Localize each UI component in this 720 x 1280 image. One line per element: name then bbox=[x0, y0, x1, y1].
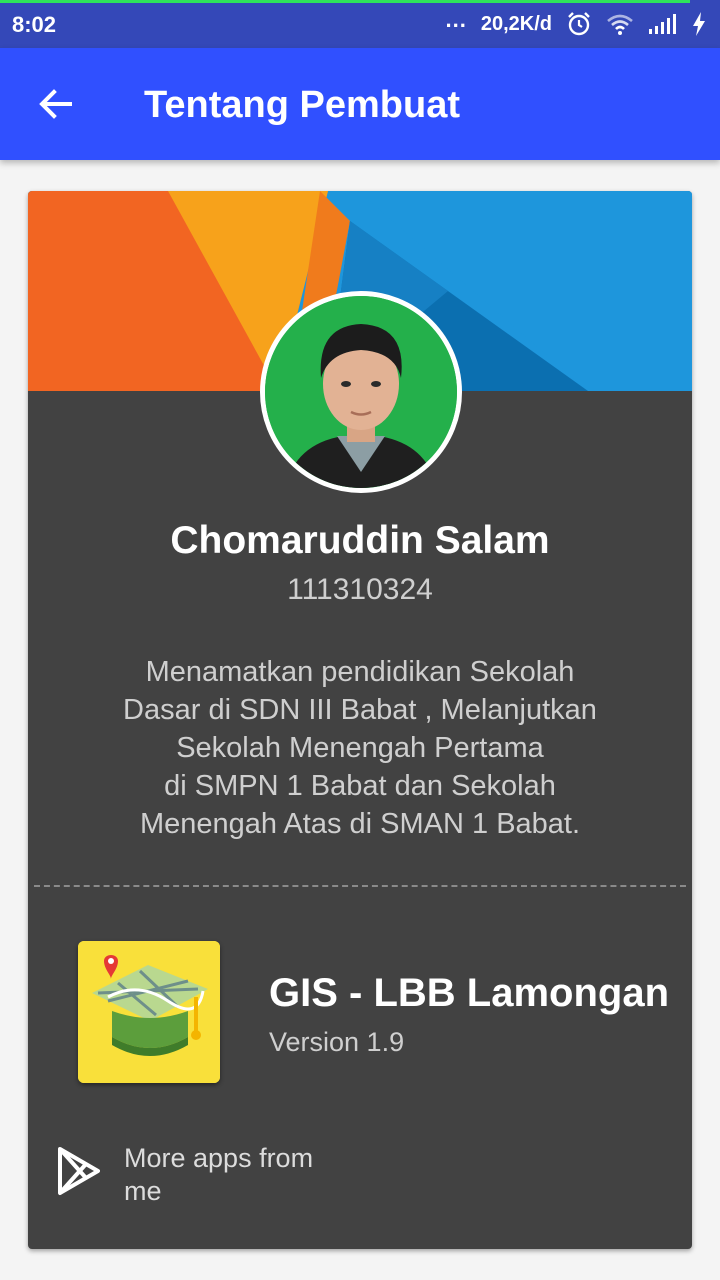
status-bar: 8:02 ... 20,2K/d bbox=[0, 0, 720, 48]
avatar bbox=[260, 291, 462, 493]
status-indicators: ... 20,2K/d bbox=[445, 7, 707, 38]
charging-icon bbox=[692, 12, 706, 36]
dashed-divider bbox=[34, 885, 686, 887]
wifi-icon bbox=[606, 13, 634, 35]
more-notifications-indicator: ... bbox=[445, 7, 467, 32]
play-store-icon bbox=[58, 1147, 100, 1195]
app-name: GIS - LBB Lamongan bbox=[269, 971, 669, 1015]
page-title: Tentang Pembuat bbox=[144, 84, 460, 126]
alarm-icon bbox=[566, 11, 592, 37]
loading-progress-bar bbox=[0, 0, 690, 3]
map-graduation-cap-icon bbox=[78, 941, 220, 1083]
arrow-back-icon[interactable] bbox=[36, 84, 76, 124]
more-apps-label: More apps from me bbox=[124, 1143, 314, 1206]
signal-icon bbox=[648, 13, 678, 35]
more-apps-button[interactable]: More apps from me bbox=[52, 1143, 372, 1216]
author-id-number: 111310324 bbox=[287, 573, 433, 606]
author-description: Menamatkan pendidikan Sekolah Dasar di S… bbox=[123, 656, 597, 840]
author-name: Chomaruddin Salam bbox=[170, 519, 550, 562]
author-card: Chomaruddin Salam 111310324 Menamatkan p… bbox=[28, 191, 692, 1249]
app-bar: Tentang Pembuat bbox=[0, 48, 720, 160]
network-speed: 20,2K/d bbox=[480, 12, 552, 35]
app-version: Version 1.9 bbox=[269, 1027, 405, 1057]
status-time: 8:02 bbox=[12, 12, 57, 37]
